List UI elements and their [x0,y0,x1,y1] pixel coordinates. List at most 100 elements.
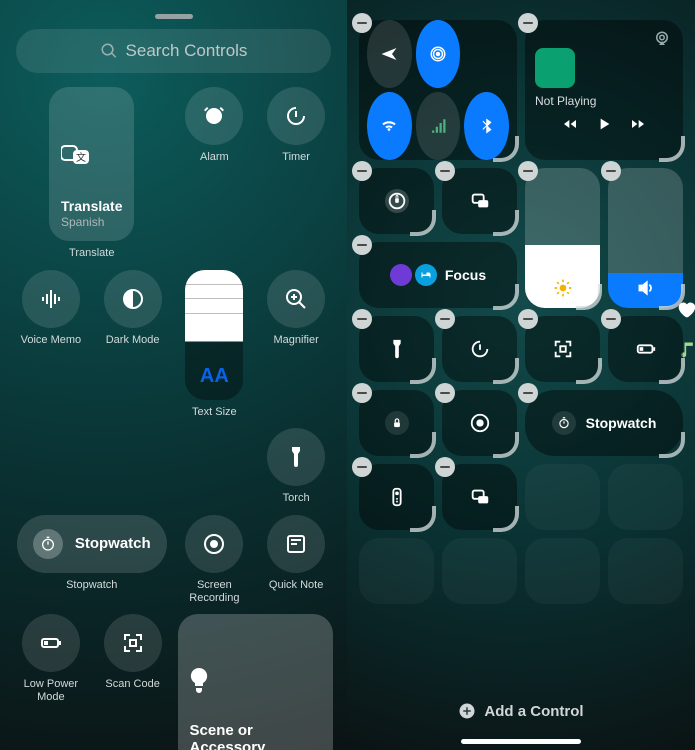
timer-icon [284,104,308,128]
torch-icon [284,445,308,469]
wifi-icon [380,117,398,135]
volume-slider[interactable] [608,168,683,308]
resize-handle[interactable] [410,210,436,236]
brightness-slider[interactable] [525,168,600,308]
forward-icon[interactable] [630,116,646,132]
add-control-label: Add a Control [484,703,583,720]
focus-module[interactable]: Focus [359,242,517,308]
battery-icon [39,631,63,655]
empty-slot[interactable] [359,538,434,604]
stopwatch-caption: Stopwatch [66,579,117,592]
orientation-lock-module[interactable] [359,168,434,234]
connectivity-module[interactable] [359,20,517,160]
remove-button[interactable] [435,383,455,403]
stopwatch-module[interactable]: Stopwatch [525,390,683,456]
translate-caption: Translate [69,247,114,260]
resize-handle[interactable] [659,284,685,310]
remove-button[interactable] [518,383,538,403]
stopwatch-control[interactable]: Stopwatch [17,515,167,573]
resize-handle[interactable] [659,358,685,384]
remove-button[interactable] [518,161,538,181]
remove-connectivity[interactable] [352,13,372,33]
remove-button[interactable] [518,309,538,329]
search-controls-field[interactable]: Search Controls [16,29,331,73]
remove-button[interactable] [435,161,455,181]
add-control-button[interactable]: Add a Control [347,702,695,720]
apple-tv-remote-module[interactable] [359,464,434,530]
home-tile[interactable]: Scene or Accessory [178,614,334,750]
remove-media[interactable] [518,13,538,33]
timer-control[interactable] [267,87,325,145]
play-icon[interactable] [596,116,612,132]
remove-button[interactable] [352,235,372,255]
resize-handle[interactable] [659,432,685,458]
text-size-caption: Text Size [192,406,237,419]
quick-note-caption: Quick Note [269,579,323,592]
media-artwork [535,48,575,88]
remove-button[interactable] [601,161,621,181]
resize-handle[interactable] [493,284,519,310]
screen-recording-module[interactable] [442,390,517,456]
remove-button[interactable] [435,457,455,477]
resize-handle[interactable] [493,210,519,236]
remote-icon [386,486,408,508]
timer-icon [469,338,491,360]
screen-recording-control[interactable] [185,515,243,573]
remove-button[interactable] [435,309,455,329]
dark-mode-icon [121,287,145,311]
resize-handle[interactable] [410,432,436,458]
timer-module[interactable] [442,316,517,382]
screen-mirroring-module[interactable] [442,168,517,234]
resize-handle[interactable] [410,358,436,384]
empty-slot[interactable] [525,538,600,604]
resize-handle[interactable] [493,432,519,458]
text-size-icon: AA [200,365,229,400]
torch-module[interactable] [359,316,434,382]
magnifier-control[interactable] [267,270,325,328]
sheet-grabber[interactable] [155,14,193,19]
empty-slot[interactable] [608,464,683,530]
torch-icon [386,338,408,360]
stopwatch-label: Stopwatch [586,415,657,431]
resize-handle[interactable] [576,358,602,384]
rewind-icon[interactable] [562,116,578,132]
alarm-caption: Alarm [200,151,229,164]
battery-icon [635,338,657,360]
low-power-caption: Low Power Mode [24,678,78,703]
translate-icon: 文 [61,144,91,168]
resize-handle[interactable] [493,506,519,532]
low-power-module[interactable] [608,316,683,382]
scan-code-control[interactable] [104,614,162,672]
resize-handle[interactable] [659,136,685,162]
empty-slot[interactable] [525,464,600,530]
scan-code-module[interactable] [525,316,600,382]
resize-handle[interactable] [493,358,519,384]
voice-memo-control[interactable] [22,270,80,328]
home-indicator[interactable] [461,739,581,744]
low-power-control[interactable] [22,614,80,672]
resize-handle[interactable] [576,284,602,310]
remove-button[interactable] [352,457,372,477]
screen-recording-caption: Screen Recording [189,579,239,604]
empty-slot[interactable] [442,538,517,604]
translate-tile[interactable]: 文 Translate Spanish [49,87,134,241]
screen-mirroring-module-2[interactable] [442,464,517,530]
torch-caption: Torch [283,492,310,505]
media-module[interactable]: Not Playing [525,20,683,160]
text-size-control[interactable]: AA [185,270,243,400]
guided-access-module[interactable] [359,390,434,456]
quick-note-control[interactable] [267,515,325,573]
remove-button[interactable] [352,161,372,181]
record-icon [202,532,226,556]
empty-slot[interactable] [608,538,683,604]
torch-control[interactable] [267,428,325,486]
sun-icon [553,278,573,298]
remove-button[interactable] [601,309,621,329]
translate-title: Translate [61,198,122,214]
alarm-control[interactable] [185,87,243,145]
remove-button[interactable] [352,309,372,329]
dark-mode-control[interactable] [104,270,162,328]
remove-button[interactable] [352,383,372,403]
resize-handle[interactable] [410,506,436,532]
mirroring-icon [469,190,491,212]
